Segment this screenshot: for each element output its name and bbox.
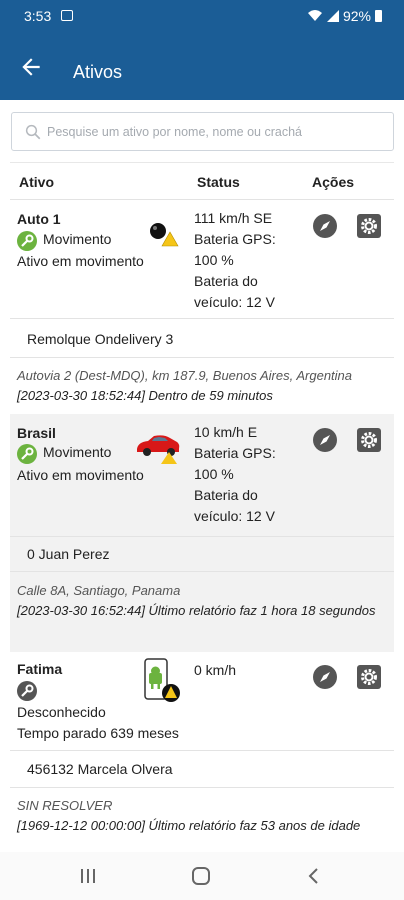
battery-icon [375,10,382,22]
compass-icon[interactable] [312,213,338,239]
compass-icon[interactable] [312,427,338,453]
asset-report: [2023-03-30 18:52:44] Dentro de 59 minut… [17,388,273,403]
asset-name: Fatima [17,661,63,677]
header-actions: Ações [312,174,355,190]
status-gps-label: Bateria GPS: [194,445,276,461]
asset-activity: Ativo em movimento [17,467,144,483]
header-status: Status [197,174,240,190]
asset-driver: 456132 Marcela Olvera [27,761,173,777]
location-row: Calle 8A, Santiago, Panama [2023-03-30 1… [10,572,394,652]
asset-report: [2023-03-30 16:52:44] Último relatório f… [17,603,376,618]
search-input[interactable]: Pesquise um ativo por nome, nome ou crac… [11,112,394,151]
compass-icon[interactable] [312,664,338,690]
vehicle-ball-icon [150,223,179,247]
status-icons: 92% [307,8,382,24]
key-icon [17,444,37,464]
table-row[interactable]: Brasil Movimento Ativo em movimento 10 k… [10,414,394,536]
status-speed: 10 km/h E [194,424,258,440]
asset-location: SIN RESOLVER [17,798,113,813]
search-icon [25,124,41,140]
gear-icon[interactable] [356,664,382,690]
gear-icon[interactable] [356,427,382,453]
status-vehicle-label: Bateria do [194,487,258,503]
asset-activity: Tempo parado 639 meses [17,725,179,741]
asset-status: 10 km/h E Bateria GPS: 100 % Bateria do … [194,422,294,527]
gallery-notification-icon [61,10,73,21]
page-title: Ativos [73,62,123,82]
table-row[interactable]: Fatima Desconhecido Tempo parado 639 mes… [10,652,394,750]
location-row: Autovia 2 (Dest-MDQ), km 187.9, Buenos A… [10,358,394,414]
system-nav-bar [0,852,404,900]
key-icon [17,681,37,701]
asset-status: 111 km/h SE Bateria GPS: 100 % Bateria d… [194,208,294,313]
key-icon [17,231,37,251]
status-time: 3:53 [24,8,52,24]
asset-report: [1969-12-12 00:00:00] Último relatório f… [17,818,361,833]
battery-percent: 92% [342,8,371,24]
back-arrow-icon[interactable] [18,54,44,80]
status-gps-label: Bateria GPS: [194,231,276,247]
asset-driver: 0 Juan Perez [27,546,110,562]
status-speed: 111 km/h SE [194,210,273,226]
status-gps-value: 100 % [194,466,234,482]
asset-status: 0 km/h [194,660,294,681]
header-asset: Ativo [19,174,54,190]
recent-apps-icon[interactable] [78,867,98,885]
asset-state: Movimento [43,444,112,460]
asset-location: Calle 8A, Santiago, Panama [17,583,181,598]
status-vehicle-label: Bateria do [194,273,258,289]
asset-activity: Ativo em movimento [17,253,144,269]
driver-row: Remolque Ondelivery 3 [10,319,394,357]
status-gps-value: 100 % [194,252,234,268]
asset-location: Autovia 2 (Dest-MDQ), km 187.9, Buenos A… [17,368,353,383]
asset-driver: Remolque Ondelivery 3 [27,331,174,347]
table-row[interactable]: Auto 1 Movimento Ativo em movimento 111 … [10,200,394,318]
android-phone-icon [144,658,180,702]
driver-row: 456132 Marcela Olvera [10,751,394,787]
table-header: Ativo Status Ações [10,162,394,200]
status-bar: 3:53 92% [0,0,404,34]
location-row: SIN RESOLVER [1969-12-12 00:00:00] Últim… [10,788,394,852]
asset-state: Movimento [43,231,112,247]
home-icon[interactable] [190,866,212,886]
status-speed: 0 km/h [194,662,237,678]
status-vehicle-value: veículo: 12 V [194,294,275,310]
app-bar: Ativos [0,34,404,100]
gear-icon[interactable] [356,213,382,239]
wifi-icon [307,10,322,21]
asset-name: Auto 1 [17,211,61,227]
status-vehicle-value: veículo: 12 V [194,508,275,524]
search-placeholder: Pesquise um ativo por nome, nome ou crac… [47,125,302,139]
asset-name: Brasil [17,425,56,441]
asset-state: Desconhecido [17,704,106,720]
signal-icon [326,10,339,22]
red-car-icon [137,435,180,464]
driver-row: 0 Juan Perez [10,537,394,571]
back-icon[interactable] [305,866,323,886]
